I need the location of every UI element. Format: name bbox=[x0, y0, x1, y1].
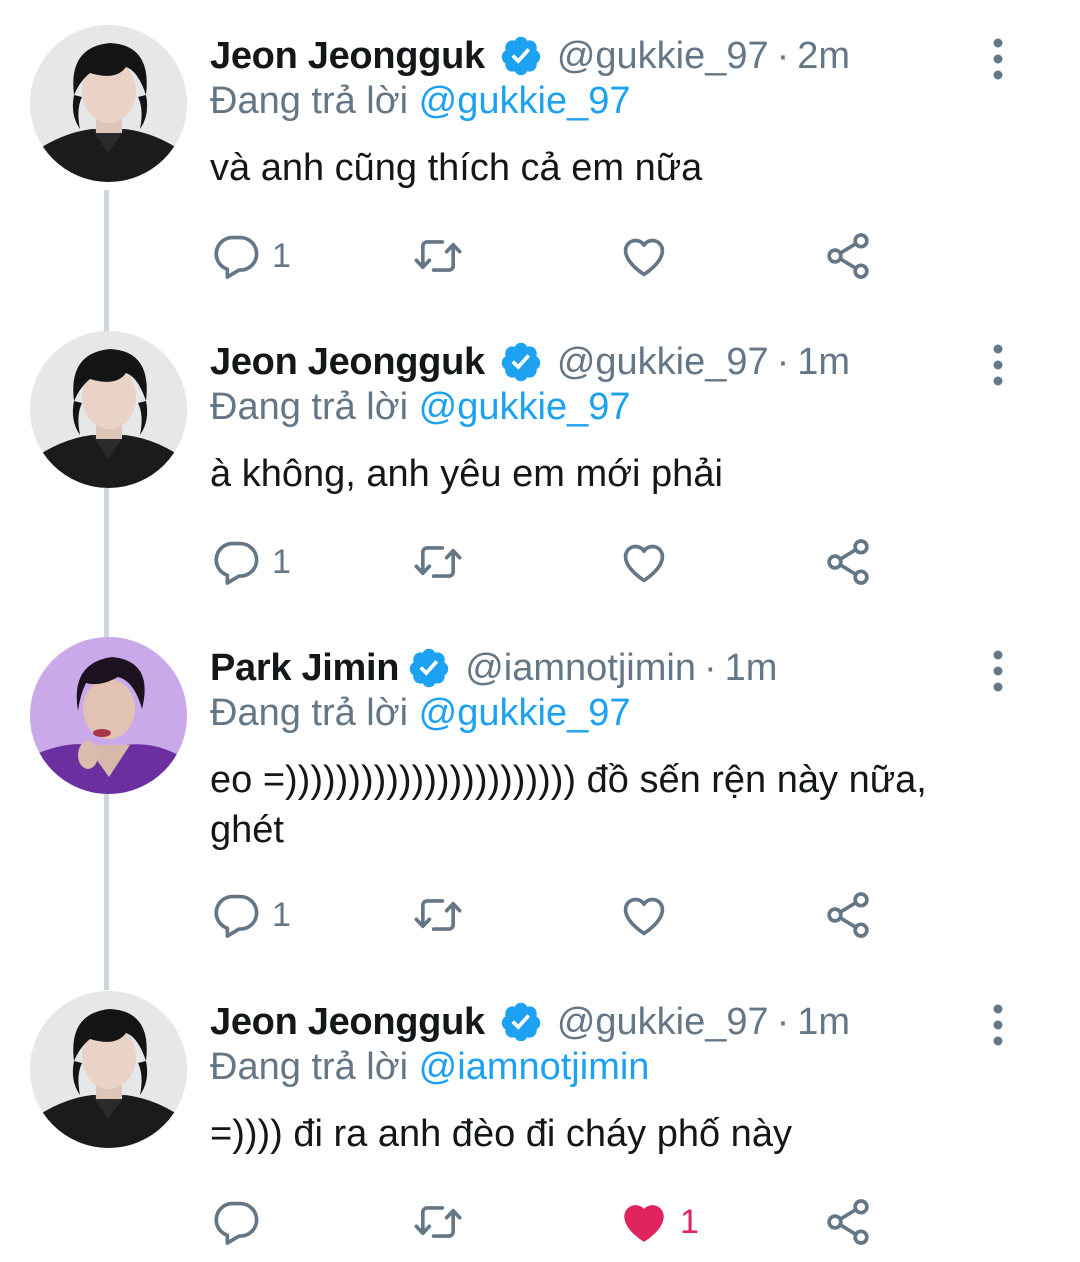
share-icon bbox=[827, 892, 869, 938]
tweet-actions: 1 bbox=[210, 229, 890, 283]
display-name[interactable]: Park Jimin bbox=[210, 647, 400, 690]
avatar[interactable] bbox=[30, 991, 187, 1148]
avatar[interactable] bbox=[30, 637, 187, 794]
tweet-text: =)))) đi ra anh đèo đi cháy phố này bbox=[210, 1113, 792, 1155]
user-handle[interactable]: @gukkie_97 bbox=[557, 341, 769, 384]
share-button[interactable] bbox=[822, 1195, 874, 1249]
heart-icon bbox=[623, 238, 665, 277]
more-options-icon[interactable] bbox=[986, 1001, 1010, 1049]
reply-button[interactable]: 1 bbox=[210, 535, 291, 589]
tweet-text: và anh cũng thích cả em nữa bbox=[210, 147, 703, 189]
reply-icon bbox=[214, 235, 259, 279]
share-icon bbox=[827, 539, 869, 585]
share-button[interactable] bbox=[822, 229, 874, 283]
user-handle[interactable]: @gukkie_97 bbox=[557, 1001, 769, 1044]
mention-link[interactable]: @gukkie_97 bbox=[419, 692, 631, 734]
separator: · bbox=[776, 340, 790, 383]
share-button[interactable] bbox=[822, 888, 874, 942]
tweet-text: à không, anh yêu em mới phải bbox=[210, 453, 723, 495]
tweet-header: Park Jimin @iamnotjimin · 1m bbox=[210, 642, 777, 694]
display-name[interactable]: Jeon Jeongguk bbox=[210, 35, 485, 78]
share-button[interactable] bbox=[822, 535, 874, 589]
mention-link[interactable]: @gukkie_97 bbox=[419, 386, 631, 428]
separator: · bbox=[703, 646, 717, 689]
user-handle[interactable]: @iamnotjimin bbox=[465, 647, 696, 690]
user-handle[interactable]: @gukkie_97 bbox=[557, 35, 769, 78]
share-icon bbox=[827, 1199, 869, 1245]
retweet-button[interactable] bbox=[412, 1195, 464, 1249]
avatar[interactable] bbox=[30, 25, 187, 182]
replying-to-label: Đang trả lời bbox=[210, 80, 409, 122]
reply-button[interactable]: 1 bbox=[210, 229, 291, 283]
reply-count: 1 bbox=[272, 895, 291, 934]
timestamp[interactable]: 1m bbox=[797, 341, 850, 384]
like-button[interactable] bbox=[618, 229, 670, 283]
tweet-actions: 1 bbox=[210, 1195, 890, 1249]
heart-filled-icon bbox=[624, 1205, 664, 1242]
replying-to: Đang trả lời @gukkie_97 bbox=[210, 80, 631, 123]
tweet-header: Jeon Jeongguk @gukkie_97 · 1m bbox=[210, 336, 850, 388]
jeongguk-avatar-image bbox=[30, 991, 187, 1148]
retweet-icon bbox=[414, 1206, 462, 1238]
timestamp[interactable]: 1m bbox=[725, 647, 778, 690]
replying-to: Đang trả lời @iamnotjimin bbox=[210, 1046, 649, 1089]
like-button[interactable] bbox=[618, 888, 670, 942]
avatar[interactable] bbox=[30, 331, 187, 488]
reply-icon bbox=[214, 894, 259, 938]
reply-icon bbox=[214, 1201, 259, 1245]
tweet-header: Jeon Jeongguk @gukkie_97 · 2m bbox=[210, 30, 850, 82]
retweet-icon bbox=[414, 899, 462, 931]
mention-link[interactable]: @gukkie_97 bbox=[419, 80, 631, 122]
verified-badge-icon bbox=[501, 36, 541, 76]
tweet-actions: 1 bbox=[210, 888, 890, 942]
like-button[interactable] bbox=[618, 535, 670, 589]
retweet-button[interactable] bbox=[412, 535, 464, 589]
replying-to-label: Đang trả lời bbox=[210, 386, 409, 428]
verified-badge-icon bbox=[409, 648, 449, 688]
like-button-liked[interactable]: 1 bbox=[618, 1195, 699, 1249]
verified-badge-icon bbox=[501, 1002, 541, 1042]
retweet-icon bbox=[414, 240, 462, 272]
like-count: 1 bbox=[680, 1202, 699, 1241]
replying-to: Đang trả lời @gukkie_97 bbox=[210, 386, 631, 429]
replying-to: Đang trả lời @gukkie_97 bbox=[210, 692, 631, 735]
timestamp[interactable]: 1m bbox=[797, 1001, 850, 1044]
more-options-icon[interactable] bbox=[986, 647, 1010, 695]
jimin-avatar-image bbox=[30, 637, 187, 794]
reply-button[interactable]: 1 bbox=[210, 888, 291, 942]
more-options-icon[interactable] bbox=[986, 341, 1010, 389]
reply-icon bbox=[214, 541, 259, 585]
thread-line bbox=[104, 190, 109, 990]
share-icon bbox=[827, 233, 869, 279]
reply-count: 1 bbox=[272, 236, 291, 275]
reply-count: 1 bbox=[272, 542, 291, 581]
timestamp[interactable]: 2m bbox=[797, 35, 850, 78]
display-name[interactable]: Jeon Jeongguk bbox=[210, 1001, 485, 1044]
jeongguk-avatar-image bbox=[30, 331, 187, 488]
more-options-icon[interactable] bbox=[986, 35, 1010, 83]
retweet-button[interactable] bbox=[412, 888, 464, 942]
separator: · bbox=[776, 1000, 790, 1043]
heart-icon bbox=[623, 544, 665, 583]
display-name[interactable]: Jeon Jeongguk bbox=[210, 341, 485, 384]
verified-badge-icon bbox=[501, 342, 541, 382]
replying-to-label: Đang trả lời bbox=[210, 1046, 409, 1088]
tweet-actions: 1 bbox=[210, 535, 890, 589]
mention-link[interactable]: @iamnotjimin bbox=[419, 1046, 650, 1088]
retweet-icon bbox=[414, 546, 462, 578]
tweet-header: Jeon Jeongguk @gukkie_97 · 1m bbox=[210, 996, 850, 1048]
heart-icon bbox=[623, 897, 665, 936]
replying-to-label: Đang trả lời bbox=[210, 692, 409, 734]
jeongguk-avatar-image bbox=[30, 25, 187, 182]
tweet-text: eo =))))))))))))))))))))))) đồ sến rện n… bbox=[210, 759, 927, 851]
separator: · bbox=[776, 34, 790, 77]
retweet-button[interactable] bbox=[412, 229, 464, 283]
reply-button[interactable] bbox=[210, 1195, 272, 1249]
